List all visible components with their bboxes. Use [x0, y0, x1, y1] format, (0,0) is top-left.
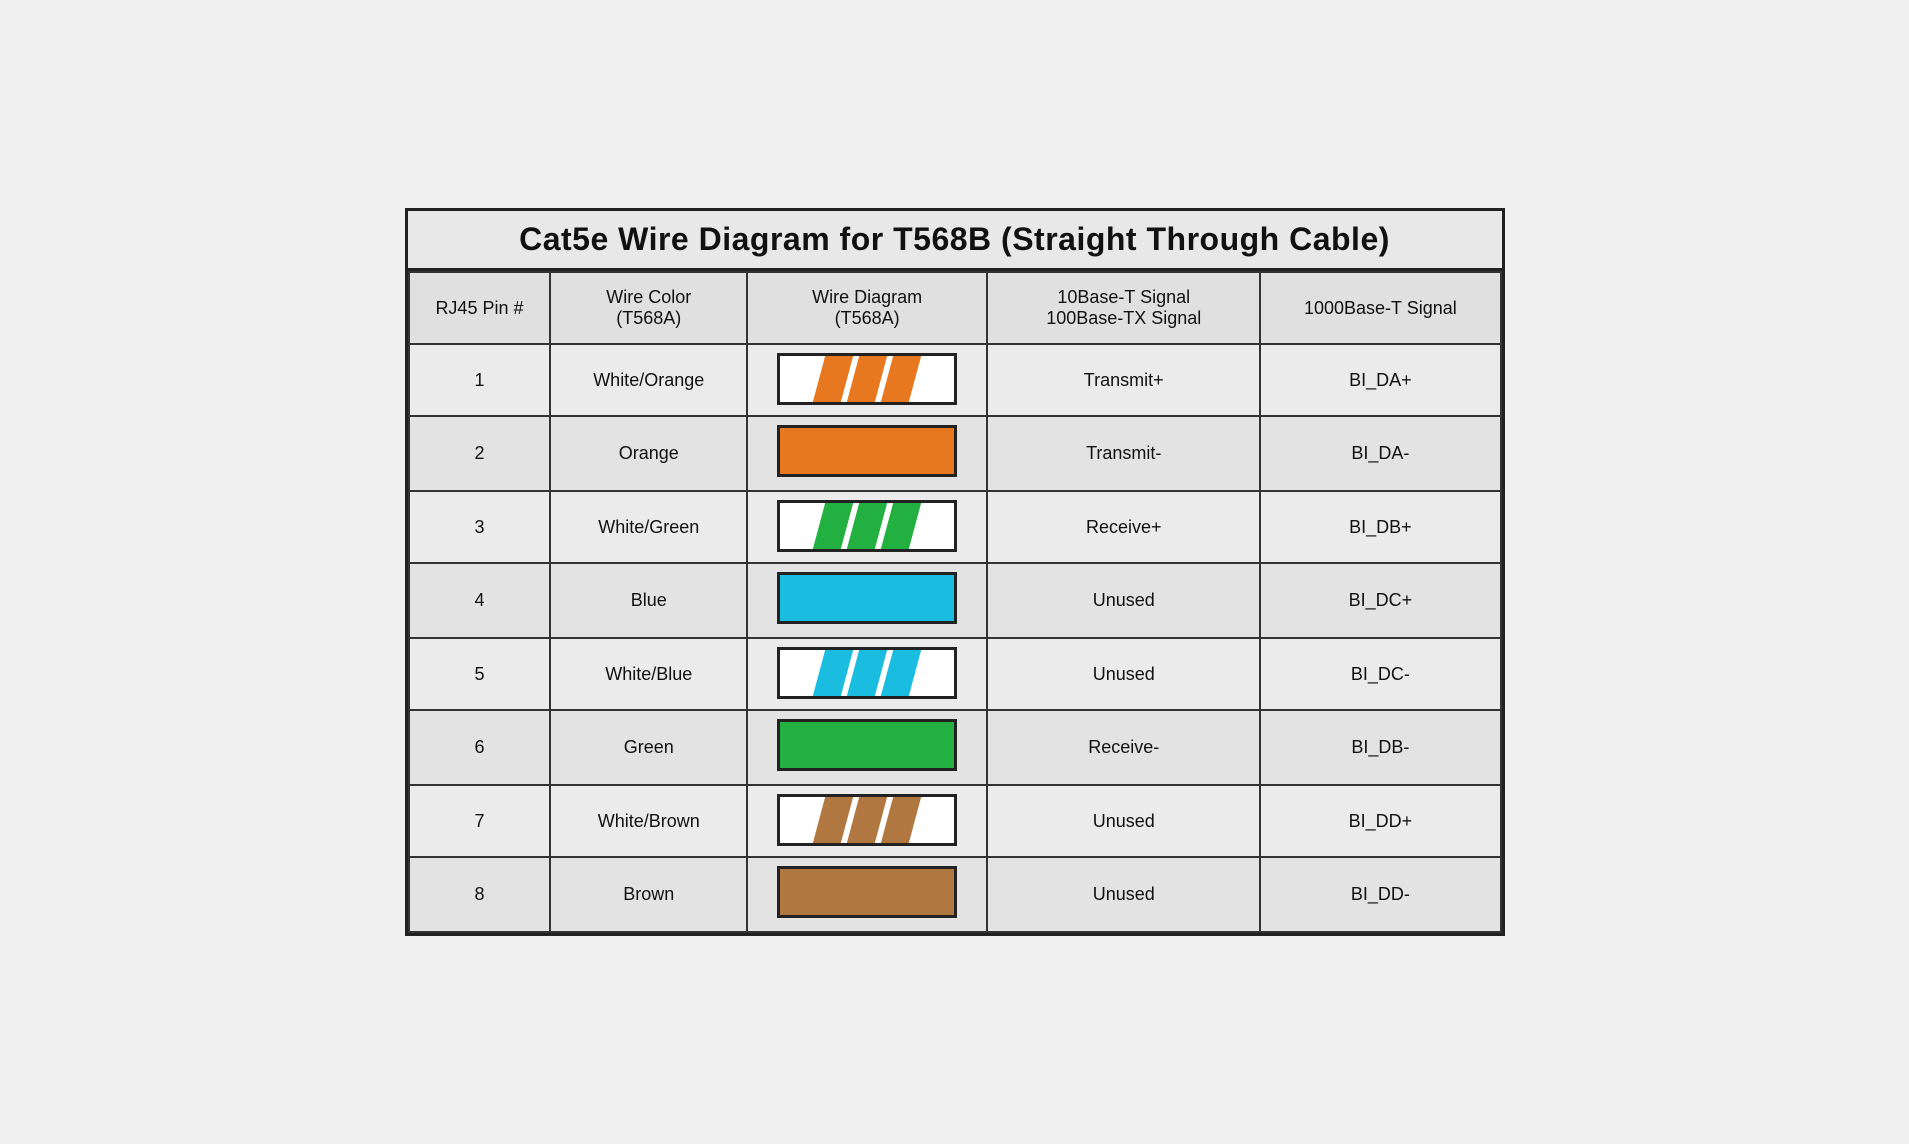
cell-diagram [747, 416, 987, 491]
header-1000: 1000Base-T Signal [1260, 272, 1500, 344]
wire-stripe-box [777, 647, 957, 699]
wire-stripe [881, 650, 921, 696]
cell-pin: 4 [409, 563, 551, 638]
wire-solid-box [777, 572, 957, 624]
cell-signal-10-100: Unused [987, 638, 1260, 710]
header-pin: RJ45 Pin # [409, 272, 551, 344]
cell-signal-10-100: Unused [987, 857, 1260, 932]
cell-diagram [747, 344, 987, 416]
cell-pin: 3 [409, 491, 551, 563]
wire-stripe [847, 503, 887, 549]
cell-signal-1000: BI_DA+ [1260, 344, 1500, 416]
table-row: 7White/Brown UnusedBI_DD+ [409, 785, 1501, 857]
wire-solid-box [777, 425, 957, 477]
cell-color: White/Blue [550, 638, 747, 710]
cell-diagram [747, 491, 987, 563]
header-diagram: Wire Diagram(T568A) [747, 272, 987, 344]
wire-stripe-box [777, 794, 957, 846]
cell-color: White/Orange [550, 344, 747, 416]
wire-solid-box [777, 719, 957, 771]
wire-stripe [881, 503, 921, 549]
wire-stripe [813, 356, 853, 402]
wire-stripe-box [777, 500, 957, 552]
table-row: 2Orange Transmit-BI_DA- [409, 416, 1501, 491]
wire-stripe [813, 797, 853, 843]
table-row: 5White/Blue UnusedBI_DC- [409, 638, 1501, 710]
cell-signal-10-100: Transmit+ [987, 344, 1260, 416]
cell-signal-1000: BI_DB+ [1260, 491, 1500, 563]
cell-signal-10-100: Unused [987, 563, 1260, 638]
table-row: 4Blue UnusedBI_DC+ [409, 563, 1501, 638]
cell-pin: 8 [409, 857, 551, 932]
cell-signal-1000: BI_DD+ [1260, 785, 1500, 857]
wire-stripe [881, 356, 921, 402]
cell-pin: 5 [409, 638, 551, 710]
wire-table: RJ45 Pin # Wire Color(T568A) Wire Diagra… [408, 271, 1502, 933]
cell-signal-10-100: Transmit- [987, 416, 1260, 491]
table-row: 8Brown UnusedBI_DD- [409, 857, 1501, 932]
cell-signal-1000: BI_DD- [1260, 857, 1500, 932]
cell-signal-1000: BI_DA- [1260, 416, 1500, 491]
cell-signal-10-100: Receive- [987, 710, 1260, 785]
wire-stripe [847, 650, 887, 696]
cell-color: Orange [550, 416, 747, 491]
cell-signal-1000: BI_DB- [1260, 710, 1500, 785]
table-row: 6Green Receive-BI_DB- [409, 710, 1501, 785]
wire-stripe [847, 356, 887, 402]
diagram-title: Cat5e Wire Diagram for T568B (Straight T… [408, 211, 1502, 271]
table-row: 3White/Green Receive+BI_DB+ [409, 491, 1501, 563]
wire-stripe [813, 503, 853, 549]
wire-stripe [813, 650, 853, 696]
table-row: 1White/Orange Transmit+BI_DA+ [409, 344, 1501, 416]
cell-color: White/Green [550, 491, 747, 563]
cell-signal-1000: BI_DC- [1260, 638, 1500, 710]
cell-color: Blue [550, 563, 747, 638]
cell-diagram [747, 563, 987, 638]
cell-pin: 6 [409, 710, 551, 785]
cell-color: White/Brown [550, 785, 747, 857]
cell-signal-10-100: Unused [987, 785, 1260, 857]
cell-color: Green [550, 710, 747, 785]
cell-pin: 1 [409, 344, 551, 416]
wire-solid-box [777, 866, 957, 918]
cell-pin: 2 [409, 416, 551, 491]
wire-stripe [881, 797, 921, 843]
header-color: Wire Color(T568A) [550, 272, 747, 344]
header-signal: 10Base-T Signal100Base-TX Signal [987, 272, 1260, 344]
wire-stripe-box [777, 353, 957, 405]
cell-diagram [747, 785, 987, 857]
cell-pin: 7 [409, 785, 551, 857]
cell-color: Brown [550, 857, 747, 932]
cell-signal-10-100: Receive+ [987, 491, 1260, 563]
cell-diagram [747, 710, 987, 785]
cell-signal-1000: BI_DC+ [1260, 563, 1500, 638]
wire-stripe [847, 797, 887, 843]
diagram-container: Cat5e Wire Diagram for T568B (Straight T… [405, 208, 1505, 936]
cell-diagram [747, 857, 987, 932]
cell-diagram [747, 638, 987, 710]
